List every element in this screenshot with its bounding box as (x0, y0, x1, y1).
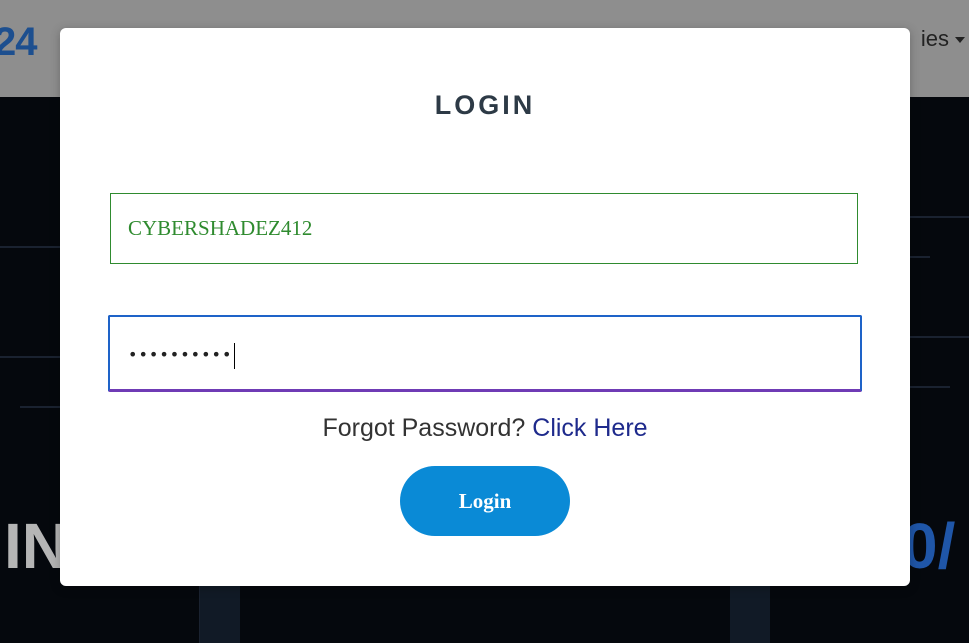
modal-title: LOGIN (434, 90, 536, 120)
nav-dropdown[interactable]: ies (921, 26, 965, 52)
password-field[interactable]: •••••••••• (108, 315, 862, 392)
text-cursor (234, 342, 236, 369)
page: 24 ies IN 0/ LOGIN •••••••••• (0, 0, 969, 643)
password-masked-value: •••••••••• (128, 341, 236, 369)
chevron-down-icon (955, 37, 965, 44)
hero-heading-fragment-left: IN (4, 510, 68, 582)
forgot-password-line: Forgot Password? Click Here (60, 414, 910, 443)
login-modal: LOGIN •••••••••• Forgot Password? Click … (60, 28, 910, 586)
password-dots: •••••••••• (128, 345, 233, 364)
forgot-password-link[interactable]: Click Here (532, 414, 647, 442)
site-logo: 24 (0, 20, 37, 64)
login-button[interactable]: Login (400, 466, 570, 536)
username-field[interactable] (110, 193, 858, 264)
hero-heading-fragment-right: 0/ (902, 510, 956, 582)
nav-dropdown-label: ies (920, 26, 949, 51)
forgot-password-text: Forgot Password? (322, 414, 526, 442)
